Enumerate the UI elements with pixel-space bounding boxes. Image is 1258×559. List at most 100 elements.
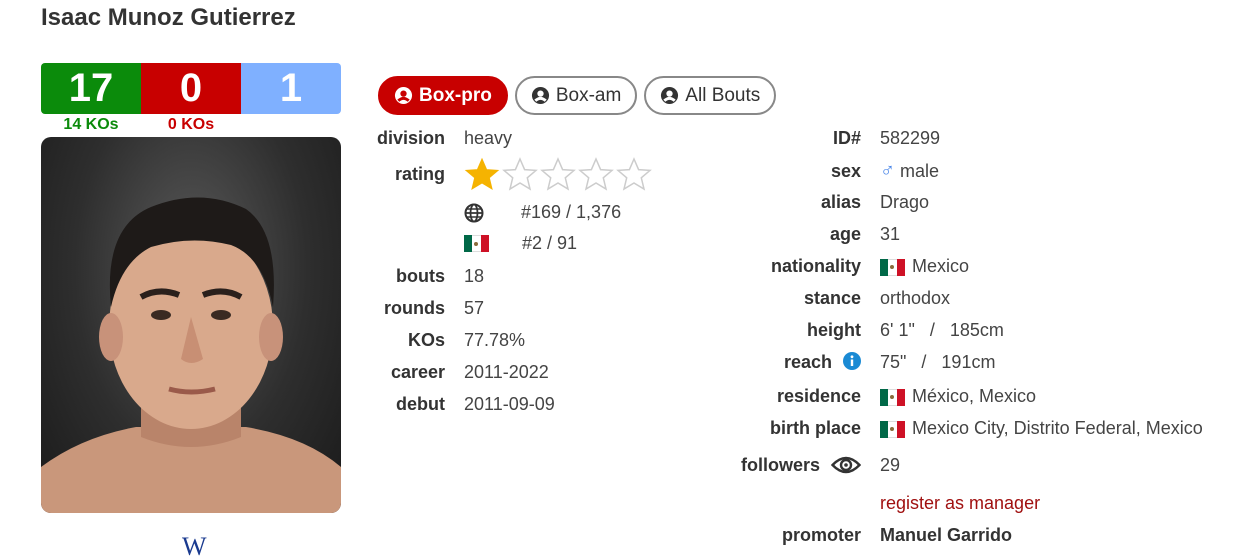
info-icon[interactable] [843, 352, 861, 370]
bouts-row: bouts 18 [370, 266, 484, 287]
tab-label: Box-pro [419, 84, 492, 106]
ko-wins: 14 KOs [63, 116, 119, 133]
world-rank[interactable]: #169 / 1,376 [521, 202, 621, 223]
rounds-row: rounds 57 [370, 298, 484, 319]
mexico-flag-icon [464, 235, 489, 252]
sex-value: male [900, 161, 940, 181]
user-icon [531, 86, 549, 105]
wikipedia-link-icon[interactable]: W [182, 532, 206, 559]
ko-losses: 0 KOs [167, 116, 215, 133]
birth-place-row: birth place Mexico City, Distrito Federa… [711, 418, 1203, 439]
id-value: 582299 [880, 128, 941, 148]
nationality-label: nationality [770, 256, 861, 276]
division-row: division heavy [370, 128, 512, 149]
birth-place-label: birth place [769, 418, 861, 438]
promoter-label: promoter [781, 525, 861, 545]
rating-stars [464, 157, 652, 191]
male-symbol-icon: ♂ [880, 160, 895, 182]
wins-count: 17 [41, 63, 141, 114]
stance-label: stance [803, 288, 861, 308]
tab-box-am[interactable]: Box-am [514, 76, 638, 115]
rating-label: rating [394, 163, 445, 184]
followers-row: followers 29 [711, 454, 900, 476]
user-icon [394, 86, 413, 105]
rounds-label: rounds [384, 298, 445, 318]
kos-value: 77.78% [464, 330, 526, 350]
age-label: age [829, 224, 861, 244]
promoter-value[interactable]: Manuel Garrido [880, 525, 1012, 546]
eye-icon[interactable] [830, 454, 862, 476]
debut-value[interactable]: 2011-09-09 [464, 394, 555, 415]
reach-value: 75" / 191cm [880, 352, 996, 372]
bouts-label: bouts [396, 266, 445, 286]
register-as-manager-link[interactable]: register as manager [880, 493, 1040, 514]
globe-icon [464, 203, 484, 222]
tab-label: Box-am [555, 84, 622, 106]
sex-row: sex ♂ male [711, 160, 939, 183]
followers-label: followers [711, 454, 862, 476]
tab-box-pro[interactable]: Box-pro [378, 76, 508, 115]
height-row: height 6' 1" / 185cm [711, 320, 1004, 341]
star-empty-icon [616, 157, 652, 191]
nationality-row: nationality Mexico [711, 256, 969, 277]
career-label: career [390, 362, 445, 382]
division-value: heavy [464, 128, 513, 148]
reach-label: reach [711, 352, 861, 373]
star-filled-icon [464, 157, 500, 191]
height-label: height [807, 320, 861, 340]
rating-row: rating [370, 157, 652, 191]
reach-row: reach 75" / 191cm [711, 352, 995, 373]
kos-row: KOs 77.78% [370, 330, 525, 351]
reach-label-text: reach [783, 352, 832, 372]
id-label: ID# [832, 128, 861, 148]
user-icon [661, 86, 679, 105]
bouts-value: 18 [464, 266, 485, 286]
country-rank-row: #2 / 91 [464, 233, 577, 254]
tab-all-bouts[interactable]: All Bouts [644, 76, 777, 115]
residence-value: México, Mexico [880, 386, 1036, 407]
sex-label: sex [830, 161, 861, 181]
residence-row: residence México, Mexico [711, 386, 1036, 407]
followers-label-text: followers [740, 455, 820, 475]
record-bar: 17 0 1 [41, 63, 341, 114]
birth-place-text: Mexico City, Distrito Federal, Mexico [912, 418, 1203, 438]
star-empty-icon [578, 157, 614, 191]
nationality-value: Mexico [880, 256, 969, 277]
debut-label: debut [396, 394, 445, 414]
mexico-flag-icon [880, 420, 905, 438]
division-label: division [376, 128, 445, 148]
star-empty-icon [540, 157, 576, 191]
promoter-row: promoter Manuel Garrido [711, 525, 1012, 546]
career-value: 2011-2022 [464, 362, 549, 382]
nationality-text: Mexico [912, 256, 970, 276]
kos-label: KOs [407, 330, 445, 350]
id-row: ID# 582299 [711, 128, 940, 149]
stance-row: stance orthodox [711, 288, 950, 309]
boxer-photo [41, 137, 341, 513]
mexico-flag-icon [880, 388, 905, 406]
ko-summary: 14 KOs 0 KOs [41, 116, 241, 134]
residence-text: México, Mexico [912, 386, 1037, 406]
age-row: age 31 [711, 224, 900, 245]
world-rank-row: #169 / 1,376 [464, 202, 621, 223]
register-row: register as manager [880, 493, 1040, 514]
record-type-tabs: Box-pro Box-am All Bouts [378, 76, 777, 115]
debut-row: debut 2011-09-09 [370, 394, 555, 415]
draws-count: 1 [241, 63, 341, 114]
career-row: career 2011-2022 [370, 362, 549, 383]
rounds-value: 57 [464, 298, 485, 318]
country-rank[interactable]: #2 / 91 [522, 233, 577, 254]
losses-count: 0 [141, 63, 241, 114]
tab-label: All Bouts [685, 84, 761, 106]
age-value: 31 [880, 224, 901, 244]
residence-label: residence [776, 386, 861, 406]
mexico-flag-icon [880, 258, 905, 276]
height-value: 6' 1" / 185cm [880, 320, 1004, 340]
followers-value: 29 [880, 454, 901, 475]
alias-row: alias Drago [711, 192, 929, 213]
alias-value: Drago [880, 192, 930, 212]
alias-label: alias [820, 192, 861, 212]
birth-place-value: Mexico City, Distrito Federal, Mexico [880, 418, 1203, 439]
boxer-name: Isaac Munoz Gutierrez [41, 4, 296, 31]
stance-value: orthodox [880, 288, 951, 308]
